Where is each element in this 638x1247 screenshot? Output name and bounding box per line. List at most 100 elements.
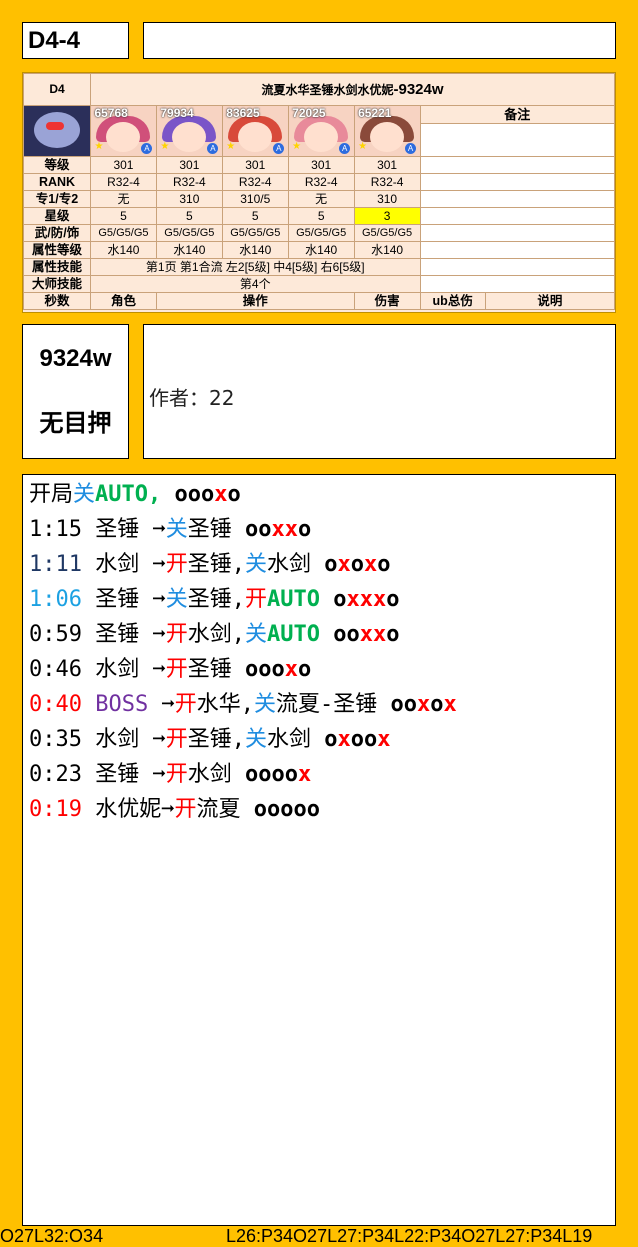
damage-value: 9324w [39,345,112,372]
timeline-segment: 流夏 [196,797,254,822]
timeline-segment: 关 [73,482,96,507]
author-box: 作者：22 [143,324,616,459]
stat-value: R32-4 [287,173,355,191]
timeline-segment: x [417,692,431,717]
timeline-line: 开局关AUTO, oooxo [29,481,241,509]
timeline-segment: x [377,727,391,752]
col-header-operation: 操作 [155,292,355,310]
timeline-segment: 开 [245,587,268,612]
stat-value: 310 [155,190,223,208]
team-card: D4 流夏水华圣锤水剑水优妮-9324w 65768 ★ A 79934 ★ A 836… [22,72,616,313]
timeline-segment: 关 [244,622,267,647]
member-power: 83625 [226,106,260,121]
timeline-segment: x [214,482,228,507]
team-title: 流夏水华圣锤水剑水优妮-9324w [90,73,615,106]
stat-row: RANK R32-4 R32-4 R32-4 R32-4 R32-4 [23,173,615,191]
timeline-segment: xxx [346,587,387,612]
col-header-damage: 伤害 [353,292,421,310]
stat-value: 水140 [353,241,421,259]
stat-value: G5/G5/G5 [353,224,421,242]
timeline-segment: o [324,727,338,752]
col-header-seconds: 秒数 [23,292,91,310]
timeline-box: 开局关AUTO, oooxo 1:15 圣锤 ➞关圣锤 ooxxo 1:11 水剑 … [22,474,616,1226]
notes-cell [419,190,615,208]
timeline-segment: 水剑 [187,762,245,787]
member-avatar: 72025 ★ A [290,106,352,156]
timeline-segment: ➞ [148,692,175,717]
stat-value: G5/G5/G5 [287,224,355,242]
stat-value: 无 [90,190,157,208]
notes-cell [419,173,615,191]
timeline-segment: 1:11 [29,552,82,577]
stat-value: R32-4 [155,173,223,191]
timeline-segment: o [297,517,312,542]
team-table: D4 流夏水华圣锤水剑水优妮-9324w 65768 ★ A 79934 ★ A 836… [23,73,615,310]
timeline-segment: AUTO [267,587,334,612]
timeline-segment: 圣锤, [187,552,245,577]
star-icon: ★ [160,141,170,152]
timeline-segment: x [364,552,378,577]
damage-box: 9324w 无目押 [22,324,129,459]
timeline-segment: 开 [174,797,197,822]
timeline-segment: xx [359,622,387,647]
stat-value: 水140 [287,241,355,259]
timeline-segment: 0:59 圣锤 ➞ [29,622,166,647]
member-3: 83625 ★ A [221,105,289,157]
timeline-segment: ooo [244,657,285,682]
stat-label: 星级 [23,207,91,225]
team-name: 流夏水华圣锤水剑水优妮 [261,82,394,97]
timeline-segment: oooo [244,762,298,787]
timeline-segment: oo [350,727,378,752]
stat-label: 武/防/饰 [23,224,91,242]
member-power: 65221 [358,106,392,121]
stat-value: 5 [221,207,289,225]
notes-cell [419,224,615,242]
star-icon: ★ [358,141,368,152]
attr-skill-value: 第1页 第1合流 左2[5级] 中4[5级] 右6[5级] [90,258,421,276]
stat-value: 5 [287,207,355,225]
notes-cell [419,258,615,276]
stat-value: 5 [155,207,223,225]
timeline-segment: o [350,552,365,577]
stat-label: RANK [23,173,91,191]
timeline-segment: o [430,692,444,717]
footer-right: L26:P34O27L27:P34L22:P34O27L27:P34L19 [226,1226,593,1246]
timeline-segment: 水优妮➞ [81,797,175,822]
rank-badge-icon: A [273,143,285,154]
timeline-segment: 开 [165,552,188,577]
timeline-segment: o [324,552,338,577]
timeline-line: 0:23 圣锤 ➞开水剑 oooox [29,761,311,789]
timeline-segment: 圣锤 [187,517,245,542]
timeline-segment: 1:06 [29,587,82,612]
timeline-segment: 1:15 圣锤 ➞ [29,517,166,542]
timeline-segment: 关 [253,692,276,717]
star-icon: ★ [292,141,302,152]
stat-label: 专1/专2 [23,190,91,208]
stat-value: 水140 [90,241,157,259]
timeline-line: 0:46 水剑 ➞开圣锤 oooxo [29,656,311,684]
stat-label: 等级 [23,156,91,174]
timeline-segment: 开局 [29,482,74,507]
master-skill-label: 大师技能 [23,275,91,293]
member-avatar: 83625 ★ A [224,106,286,156]
timeline-segment: oo [244,517,272,542]
timeline-segment: 0:23 圣锤 ➞ [29,762,166,787]
timeline-segment: x [284,657,298,682]
notes-cell [419,275,615,293]
timeline-line: 0:40 BOSS ➞开水华,关流夏-圣锤 ooxox [29,691,457,719]
timeline-segment: 关 [244,727,267,752]
member-power: 72025 [292,106,326,121]
stat-row: 专1/专2 无 310 310/5 无 310 [23,190,615,208]
master-skill-value: 第4个 [90,275,421,293]
notes-cell [419,241,615,259]
timeline-segment: 水剑 ➞ [81,552,166,577]
timeline-line: 0:19 水优妮➞开流夏 ooooo [29,796,320,824]
timeline-segment: 圣锤 [187,657,245,682]
stat-row: 属性等级 水140 水140 水140 水140 水140 [23,241,615,259]
timeline-segment: 圣锤, [187,727,245,752]
timeline-segment: o [333,587,347,612]
notes-column: 备注 [419,105,615,157]
stat-value: 水140 [221,241,289,259]
stat-row: 武/防/饰 G5/G5/G5 G5/G5/G5 G5/G5/G5 G5/G5/G5 G5/… [23,224,615,242]
timeline-segment: x [297,762,312,787]
